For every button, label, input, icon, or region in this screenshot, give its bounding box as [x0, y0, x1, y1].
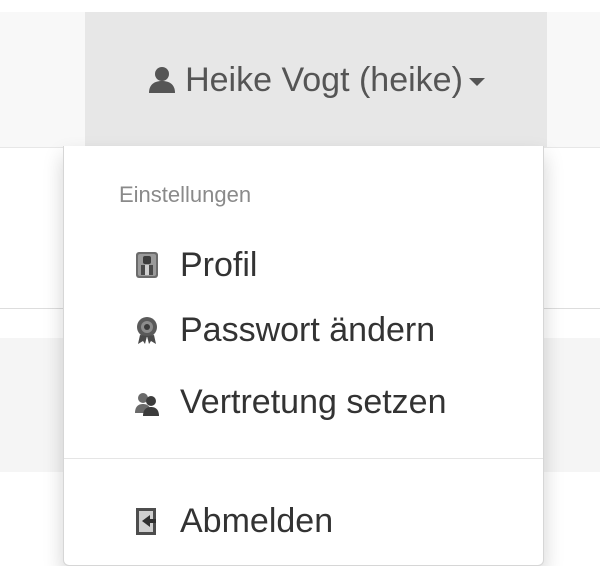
caret-down-icon [468, 78, 485, 86]
menu-item-label: Vertretung setzen [180, 382, 447, 421]
menu-item-passwort-aendern[interactable]: Passwort ändern [64, 298, 543, 362]
password-seal-icon [134, 315, 160, 345]
user-menu-toggle[interactable]: Heike Vogt (heike) [85, 12, 547, 148]
menu-item-label: Profil [180, 245, 258, 284]
user-dropdown-menu: Einstellungen Profil Passwort ändern Ver… [63, 146, 544, 566]
menu-item-label: Abmelden [180, 501, 334, 540]
page: Heike Vogt (heike) Einstellungen Profil [0, 0, 600, 566]
menu-item-vertretung-setzen[interactable]: Vertretung setzen [64, 370, 543, 434]
menu-divider [64, 458, 543, 459]
profile-icon [134, 250, 160, 280]
substitute-users-icon [134, 387, 160, 417]
user-menu-label: Heike Vogt (heike) [185, 60, 463, 99]
menu-item-abmelden[interactable]: Abmelden [64, 489, 543, 553]
dropdown-header: Einstellungen [119, 182, 252, 207]
menu-item-profil[interactable]: Profil [64, 233, 543, 297]
logout-icon [134, 506, 160, 536]
menu-item-label: Passwort ändern [180, 310, 436, 349]
user-icon [147, 65, 177, 95]
